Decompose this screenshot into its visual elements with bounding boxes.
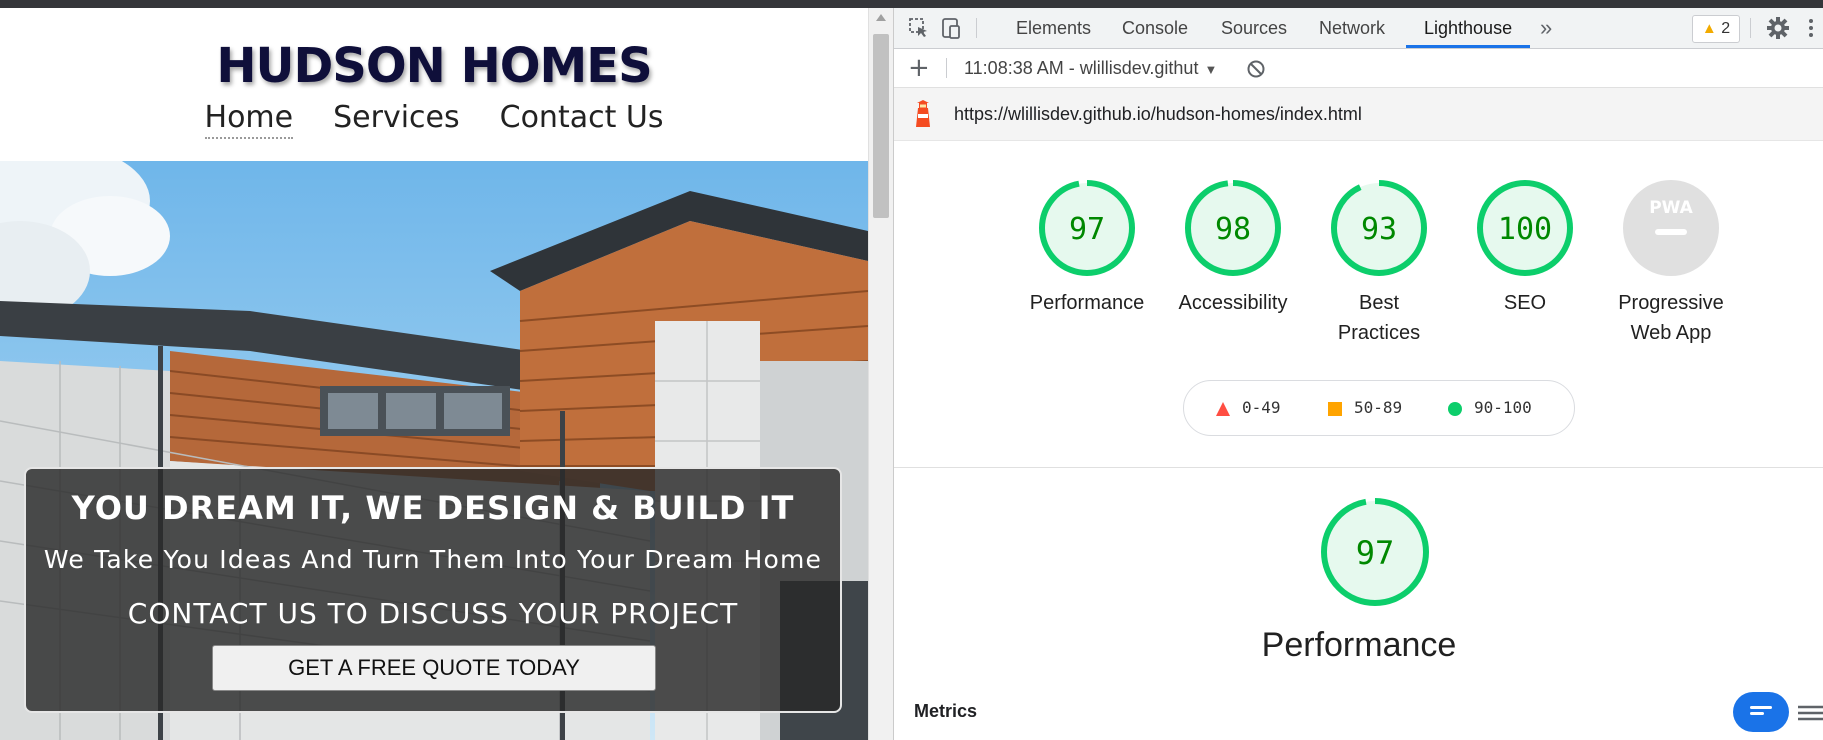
score-ring: 97 <box>1039 180 1135 276</box>
gauge-pwa[interactable]: PWA Progressive Web App <box>1601 178 1741 348</box>
report-selector-value: 11:08:38 AM - wlillisdev.githut <box>964 58 1199 78</box>
pwa-badge-text: PWA <box>1649 198 1693 218</box>
legend-average: 50-89 <box>1328 381 1402 435</box>
tab-elements[interactable]: Elements <box>1016 8 1091 48</box>
score-ring: 97 <box>1321 498 1429 606</box>
clear-reports-icon[interactable] <box>1246 59 1266 79</box>
active-tab-indicator <box>1406 45 1530 48</box>
score-value: 100 <box>1498 212 1552 247</box>
tab-sources[interactable]: Sources <box>1221 8 1287 48</box>
warnings-badge[interactable]: ▲ 2 <box>1692 15 1740 43</box>
section-divider <box>894 467 1823 468</box>
toolbar-separator <box>976 18 977 38</box>
toggle-bar <box>1750 706 1772 709</box>
score-value: 97 <box>1356 534 1395 572</box>
legend-pass: 90-100 <box>1448 381 1532 435</box>
hero-text-panel: YOU DREAM IT, WE DESIGN & BUILD IT We Ta… <box>24 467 842 713</box>
more-tabs-icon[interactable]: » <box>1540 8 1552 48</box>
square-icon <box>1328 401 1342 416</box>
metrics-heading: Metrics <box>914 701 978 721</box>
toggle-bar <box>1750 712 1764 715</box>
gauge-accessibility[interactable]: 98 Accessibility <box>1163 178 1303 318</box>
category-gauge-performance: 97 <box>1319 496 1449 612</box>
score-label: Performance <box>1029 292 1145 314</box>
circle-icon <box>1448 401 1462 416</box>
score-ring: 100 <box>1477 180 1573 276</box>
score-label: SEO <box>1503 292 1547 314</box>
hero-contact-line: CONTACT US TO DISCUSS YOUR PROJECT <box>127 597 739 630</box>
nav-contact-us[interactable]: Contact Us <box>500 100 664 139</box>
report-selector[interactable]: 11:08:38 AM - wlillisdev.githut ▼ <box>964 49 1217 87</box>
category-title: Performance <box>1261 626 1457 664</box>
tab-console[interactable]: Console <box>1122 8 1188 48</box>
gauge-best-practices[interactable]: 93 Best Practices <box>1309 178 1449 348</box>
free-quote-button[interactable]: GET A FREE QUOTE TODAY <box>212 645 656 691</box>
legend-range: 0-49 <box>1242 398 1281 417</box>
more-options-icon[interactable] <box>1806 17 1816 39</box>
list-view-icon[interactable] <box>1794 698 1823 728</box>
pwa-badge-icon: PWA <box>1623 180 1719 276</box>
score-value: 98 <box>1215 212 1251 247</box>
nav-services[interactable]: Services <box>333 100 460 139</box>
hero-subheadline: We Take You Ideas And Turn Them Into You… <box>43 545 823 574</box>
gauge-performance[interactable]: 97 Performance <box>1017 178 1157 318</box>
score-label: Accessibility <box>1178 292 1288 314</box>
score-label: Best Practices <box>1337 292 1421 344</box>
audited-url[interactable]: https://wlillisdev.github.io/hudson-home… <box>954 88 1362 140</box>
legend-fail: 0-49 <box>1216 381 1281 435</box>
score-ring: 93 <box>1331 180 1427 276</box>
page-scrollbar[interactable] <box>868 8 893 740</box>
triangle-icon <box>1216 401 1230 416</box>
site-nav: Home Services Contact Us <box>0 100 868 139</box>
legend-range: 90-100 <box>1474 398 1532 417</box>
score-legend: 0-49 50-89 90-100 <box>1183 380 1575 436</box>
inspect-element-icon[interactable] <box>908 17 930 39</box>
dropdown-caret-icon: ▼ <box>1204 62 1218 77</box>
metrics-view-toggle-button[interactable] <box>1733 692 1789 732</box>
score-ring: 98 <box>1185 180 1281 276</box>
toolbar-separator <box>1750 18 1751 38</box>
score-gauges: 97 Performance 98 Accessibility 93 Best … <box>894 178 1823 344</box>
scrollbar-thumb[interactable] <box>873 34 889 218</box>
devtools-panel: Elements Console Sources Network Lightho… <box>893 8 1823 740</box>
lighthouse-logo-icon <box>916 100 930 127</box>
audited-url-bar: https://wlillisdev.github.io/hudson-home… <box>894 88 1823 141</box>
legend-range: 50-89 <box>1354 398 1403 417</box>
settings-gear-icon[interactable] <box>1766 16 1790 40</box>
tab-lighthouse[interactable]: Lighthouse <box>1424 8 1512 48</box>
device-toolbar-icon[interactable] <box>940 17 962 39</box>
tab-network[interactable]: Network <box>1319 8 1385 48</box>
devtools-toolbar: Elements Console Sources Network Lightho… <box>894 8 1823 49</box>
hero-section: YOU DREAM IT, WE DESIGN & BUILD IT We Ta… <box>0 161 868 740</box>
new-report-plus-icon[interactable]: + <box>908 55 930 81</box>
warning-icon: ▲ <box>1701 20 1717 37</box>
gauge-seo[interactable]: 100 SEO <box>1455 178 1595 318</box>
score-value: 93 <box>1361 212 1397 247</box>
toolbar-separator <box>946 58 947 78</box>
window-top-strip <box>0 0 1823 8</box>
hero-headline: YOU DREAM IT, WE DESIGN & BUILD IT <box>71 489 795 527</box>
site-title: HUDSON HOMES <box>216 38 652 94</box>
score-value: 97 <box>1069 212 1105 247</box>
warnings-count: 2 <box>1721 20 1731 37</box>
lighthouse-report-toolbar: + 11:08:38 AM - wlillisdev.githut ▼ <box>894 49 1823 88</box>
score-label: Progressive Web App <box>1618 292 1724 344</box>
nav-home[interactable]: Home <box>204 100 294 139</box>
scroll-up-arrow-icon[interactable] <box>876 14 886 21</box>
website-viewport: HUDSON HOMES Home Services Contact Us YO… <box>0 8 868 740</box>
